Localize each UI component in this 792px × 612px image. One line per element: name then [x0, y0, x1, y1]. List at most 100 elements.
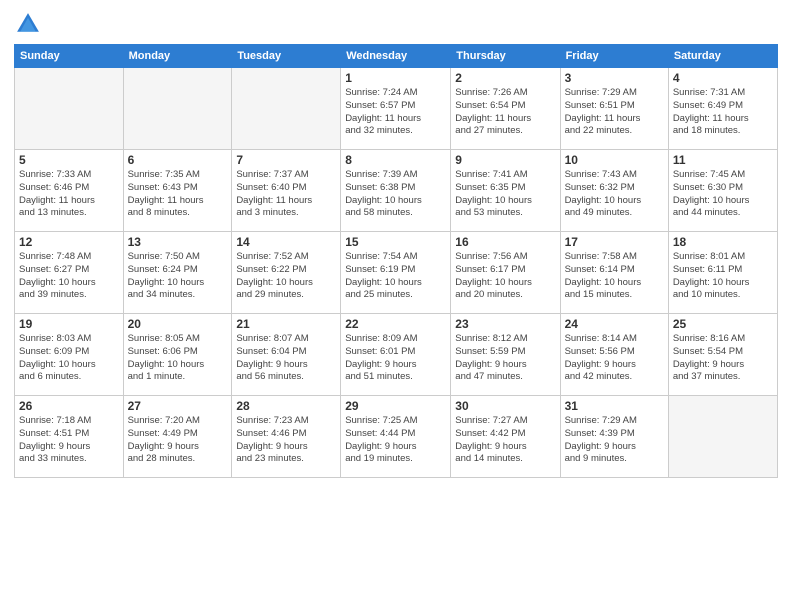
day-info: Sunrise: 7:33 AM Sunset: 6:46 PM Dayligh… — [19, 169, 119, 220]
day-info: Sunrise: 8:07 AM Sunset: 6:04 PM Dayligh… — [236, 333, 336, 384]
day-number: 31 — [565, 399, 664, 413]
calendar-table: SundayMondayTuesdayWednesdayThursdayFrid… — [14, 44, 778, 478]
day-number: 13 — [128, 235, 228, 249]
calendar-cell: 3 Sunrise: 7:29 AM Sunset: 6:51 PM Daylig… — [560, 68, 668, 150]
day-info: Sunrise: 8:03 AM Sunset: 6:09 PM Dayligh… — [19, 333, 119, 384]
weekday-tuesday: Tuesday — [232, 45, 341, 68]
day-number: 28 — [236, 399, 336, 413]
calendar-cell: 11Sunrise: 7:45 AM Sunset: 6:30 PM Dayli… — [668, 150, 777, 232]
day-info: Sunrise: 7:54 AM Sunset: 6:19 PM Dayligh… — [345, 251, 446, 302]
day-info: Sunrise: 7:18 AM Sunset: 4:51 PM Dayligh… — [19, 415, 119, 466]
calendar-cell — [668, 396, 777, 478]
calendar-cell: 31Sunrise: 7:29 AM Sunset: 4:39 PM Dayli… — [560, 396, 668, 478]
day-number: 20 — [128, 317, 228, 331]
calendar-cell: 9 Sunrise: 7:41 AM Sunset: 6:35 PM Daylig… — [451, 150, 560, 232]
day-info: Sunrise: 7:26 AM Sunset: 6:54 PM Dayligh… — [455, 87, 555, 138]
day-number: 26 — [19, 399, 119, 413]
day-info: Sunrise: 8:16 AM Sunset: 5:54 PM Dayligh… — [673, 333, 773, 384]
weekday-wednesday: Wednesday — [341, 45, 451, 68]
calendar-cell: 8 Sunrise: 7:39 AM Sunset: 6:38 PM Daylig… — [341, 150, 451, 232]
day-info: Sunrise: 7:31 AM Sunset: 6:49 PM Dayligh… — [673, 87, 773, 138]
calendar-cell: 20 Sunrise: 8:05 AM Sunset: 6:06 PM Dayli… — [123, 314, 232, 396]
day-info: Sunrise: 7:27 AM Sunset: 4:42 PM Dayligh… — [455, 415, 555, 466]
week-row-4: 19 Sunrise: 8:03 AM Sunset: 6:09 PM Dayli… — [15, 314, 778, 396]
day-number: 27 — [128, 399, 228, 413]
week-row-3: 12 Sunrise: 7:48 AM Sunset: 6:27 PM Dayli… — [15, 232, 778, 314]
calendar-cell: 26 Sunrise: 7:18 AM Sunset: 4:51 PM Dayli… — [15, 396, 124, 478]
weekday-friday: Friday — [560, 45, 668, 68]
day-info: Sunrise: 8:01 AM Sunset: 6:11 PM Dayligh… — [673, 251, 773, 302]
day-number: 16 — [455, 235, 555, 249]
week-row-5: 26 Sunrise: 7:18 AM Sunset: 4:51 PM Dayli… — [15, 396, 778, 478]
day-number: 18 — [673, 235, 773, 249]
logo — [14, 10, 46, 38]
day-info: Sunrise: 7:25 AM Sunset: 4:44 PM Dayligh… — [345, 415, 446, 466]
day-number: 4 — [673, 71, 773, 85]
day-info: Sunrise: 7:39 AM Sunset: 6:38 PM Dayligh… — [345, 169, 446, 220]
calendar-cell: 25Sunrise: 8:16 AM Sunset: 5:54 PM Dayli… — [668, 314, 777, 396]
calendar-cell: 6 Sunrise: 7:35 AM Sunset: 6:43 PM Daylig… — [123, 150, 232, 232]
day-number: 24 — [565, 317, 664, 331]
day-number: 12 — [19, 235, 119, 249]
page: SundayMondayTuesdayWednesdayThursdayFrid… — [0, 0, 792, 612]
calendar-cell: 21 Sunrise: 8:07 AM Sunset: 6:04 PM Dayli… — [232, 314, 341, 396]
day-number: 21 — [236, 317, 336, 331]
day-info: Sunrise: 7:43 AM Sunset: 6:32 PM Dayligh… — [565, 169, 664, 220]
calendar-cell: 17 Sunrise: 7:58 AM Sunset: 6:14 PM Dayli… — [560, 232, 668, 314]
day-info: Sunrise: 7:41 AM Sunset: 6:35 PM Dayligh… — [455, 169, 555, 220]
day-number: 6 — [128, 153, 228, 167]
day-info: Sunrise: 7:48 AM Sunset: 6:27 PM Dayligh… — [19, 251, 119, 302]
day-info: Sunrise: 7:50 AM Sunset: 6:24 PM Dayligh… — [128, 251, 228, 302]
day-number: 15 — [345, 235, 446, 249]
calendar-cell: 13 Sunrise: 7:50 AM Sunset: 6:24 PM Dayli… — [123, 232, 232, 314]
day-info: Sunrise: 7:24 AM Sunset: 6:57 PM Dayligh… — [345, 87, 446, 138]
day-info: Sunrise: 8:09 AM Sunset: 6:01 PM Dayligh… — [345, 333, 446, 384]
day-info: Sunrise: 7:58 AM Sunset: 6:14 PM Dayligh… — [565, 251, 664, 302]
calendar-cell: 22 Sunrise: 8:09 AM Sunset: 6:01 PM Dayli… — [341, 314, 451, 396]
day-number: 8 — [345, 153, 446, 167]
day-info: Sunrise: 8:05 AM Sunset: 6:06 PM Dayligh… — [128, 333, 228, 384]
day-number: 3 — [565, 71, 664, 85]
day-number: 23 — [455, 317, 555, 331]
day-number: 11 — [673, 153, 773, 167]
day-info: Sunrise: 7:56 AM Sunset: 6:17 PM Dayligh… — [455, 251, 555, 302]
weekday-header-row: SundayMondayTuesdayWednesdayThursdayFrid… — [15, 45, 778, 68]
day-info: Sunrise: 7:52 AM Sunset: 6:22 PM Dayligh… — [236, 251, 336, 302]
day-number: 19 — [19, 317, 119, 331]
logo-icon — [14, 10, 42, 38]
day-number: 9 — [455, 153, 555, 167]
day-number: 14 — [236, 235, 336, 249]
calendar-cell: 16 Sunrise: 7:56 AM Sunset: 6:17 PM Dayli… — [451, 232, 560, 314]
day-number: 29 — [345, 399, 446, 413]
calendar-cell: 2 Sunrise: 7:26 AM Sunset: 6:54 PM Daylig… — [451, 68, 560, 150]
calendar-cell: 29 Sunrise: 7:25 AM Sunset: 4:44 PM Dayli… — [341, 396, 451, 478]
calendar-cell — [232, 68, 341, 150]
day-number: 1 — [345, 71, 446, 85]
day-number: 10 — [565, 153, 664, 167]
day-info: Sunrise: 8:14 AM Sunset: 5:56 PM Dayligh… — [565, 333, 664, 384]
calendar-cell: 23 Sunrise: 8:12 AM Sunset: 5:59 PM Dayli… — [451, 314, 560, 396]
header — [14, 10, 778, 38]
calendar-cell: 19 Sunrise: 8:03 AM Sunset: 6:09 PM Dayli… — [15, 314, 124, 396]
weekday-thursday: Thursday — [451, 45, 560, 68]
day-number: 7 — [236, 153, 336, 167]
day-info: Sunrise: 8:12 AM Sunset: 5:59 PM Dayligh… — [455, 333, 555, 384]
calendar-cell: 12 Sunrise: 7:48 AM Sunset: 6:27 PM Dayli… — [15, 232, 124, 314]
week-row-1: 1 Sunrise: 7:24 AM Sunset: 6:57 PM Daylig… — [15, 68, 778, 150]
calendar-cell: 5Sunrise: 7:33 AM Sunset: 6:46 PM Daylig… — [15, 150, 124, 232]
calendar-cell: 28 Sunrise: 7:23 AM Sunset: 4:46 PM Dayli… — [232, 396, 341, 478]
weekday-saturday: Saturday — [668, 45, 777, 68]
calendar-cell: 14 Sunrise: 7:52 AM Sunset: 6:22 PM Dayli… — [232, 232, 341, 314]
calendar-cell: 4 Sunrise: 7:31 AM Sunset: 6:49 PM Daylig… — [668, 68, 777, 150]
calendar-cell: 18 Sunrise: 8:01 AM Sunset: 6:11 PM Dayli… — [668, 232, 777, 314]
calendar-cell: 30Sunrise: 7:27 AM Sunset: 4:42 PM Dayli… — [451, 396, 560, 478]
day-number: 17 — [565, 235, 664, 249]
calendar-cell — [123, 68, 232, 150]
calendar-cell: 1 Sunrise: 7:24 AM Sunset: 6:57 PM Daylig… — [341, 68, 451, 150]
day-number: 22 — [345, 317, 446, 331]
day-info: Sunrise: 7:35 AM Sunset: 6:43 PM Dayligh… — [128, 169, 228, 220]
weekday-sunday: Sunday — [15, 45, 124, 68]
day-info: Sunrise: 7:29 AM Sunset: 6:51 PM Dayligh… — [565, 87, 664, 138]
day-number: 2 — [455, 71, 555, 85]
day-info: Sunrise: 7:23 AM Sunset: 4:46 PM Dayligh… — [236, 415, 336, 466]
